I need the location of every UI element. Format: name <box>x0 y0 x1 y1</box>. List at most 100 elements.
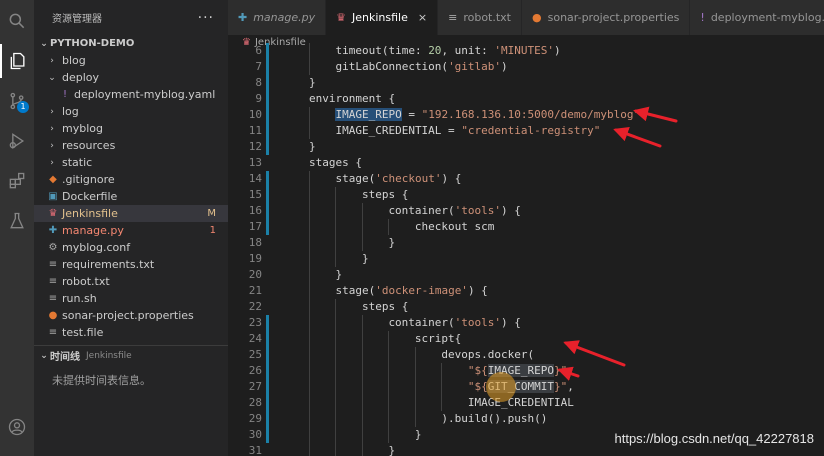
chevron-right-icon: › <box>50 157 54 168</box>
line-number: 27 <box>248 380 262 393</box>
jenkins-file-icon: ♛ <box>48 208 58 219</box>
tab-python[interactable]: ✚ manage.py <box>228 0 327 35</box>
tree-item[interactable]: ◆ .gitignore <box>34 171 228 188</box>
text-file-icon: ≡ <box>48 276 58 287</box>
git-status-badge: 1 <box>209 225 216 236</box>
code-line[interactable]: 6 timeout(time: 20, unit: 'MINUTES') <box>228 43 824 59</box>
tab-label: sonar-project.properties <box>547 11 680 24</box>
string-token: 'gitlab' <box>448 60 502 73</box>
tree-item[interactable]: ● sonar-project.properties <box>34 307 228 324</box>
code-line[interactable]: 8} <box>228 75 824 91</box>
more-actions-icon[interactable]: ··· <box>198 10 214 26</box>
extensions-icon[interactable] <box>0 164 34 198</box>
code-line[interactable]: 13 stages { <box>228 155 824 171</box>
line-number: 19 <box>248 252 262 265</box>
line-number: 22 <box>248 300 262 313</box>
line-number: 24 <box>248 332 262 345</box>
code-line[interactable]: 7 gitLabConnection('gitlab') <box>228 59 824 75</box>
flask-icon[interactable] <box>0 204 34 238</box>
code-line[interactable]: 20} <box>228 267 824 283</box>
code-line[interactable]: 17 checkout scm <box>228 219 824 235</box>
tree-item[interactable]: ≡ test.file <box>34 324 228 341</box>
indent-guide <box>335 315 337 331</box>
code-editor[interactable]: 6 timeout(time: 20, unit: 'MINUTES') 7 gitL… <box>228 43 824 456</box>
line-number: 13 <box>248 156 262 169</box>
code-line[interactable]: 15 steps { <box>228 187 824 203</box>
tab-label: Jenkinsfile <box>352 11 408 24</box>
code-text: container('tools') { <box>388 315 520 331</box>
close-icon[interactable]: × <box>418 11 427 24</box>
code-token: environment { <box>309 92 396 105</box>
code-line[interactable]: 12} <box>228 139 824 155</box>
chevron-down-icon: ⌄ <box>40 350 48 361</box>
timeline-header[interactable]: ⌄ 时间线 Jenkinsfile <box>34 345 228 365</box>
indent-guide <box>441 395 443 411</box>
indent-guide <box>388 331 390 347</box>
tree-item[interactable]: ⌄ deploy <box>34 69 228 86</box>
code-line[interactable]: 26 "${IMAGE_REPO}", <box>228 363 824 379</box>
run-debug-icon[interactable] <box>0 124 34 158</box>
code-text: "${GIT_COMMIT}", <box>468 379 574 395</box>
git-change-marker <box>266 59 269 75</box>
line-number: 11 <box>248 124 262 137</box>
code-line[interactable]: 10 IMAGE_REPO = "192.168.136.10:5000/demo… <box>228 107 824 123</box>
tab-sonar[interactable]: ● sonar-project.properties <box>522 0 691 35</box>
string-token: 'docker-image' <box>375 284 468 297</box>
code-line[interactable]: 28 IMAGE_CREDENTIAL <box>228 395 824 411</box>
indent-guide <box>309 251 310 267</box>
code-line[interactable]: 21 stage('docker-image') { <box>228 283 824 299</box>
code-line[interactable]: 24 script{ <box>228 331 824 347</box>
code-line[interactable]: 25 devops.docker( <box>228 347 824 363</box>
code-line[interactable]: 19} <box>228 251 824 267</box>
code-token: stage( <box>335 284 376 297</box>
indent-guide <box>309 235 310 251</box>
tree-item[interactable]: › log <box>34 103 228 120</box>
tree-item[interactable]: ♛ Jenkinsfile M <box>34 205 228 222</box>
code-line[interactable]: 14 stage('checkout') { <box>228 171 824 187</box>
source-control-icon[interactable]: 1 <box>0 84 34 118</box>
indent-guide <box>414 395 416 411</box>
tree-item[interactable]: ≡ run.sh <box>34 290 228 307</box>
tree-item[interactable]: ≡ requirements.txt <box>34 256 228 273</box>
tree-item[interactable]: ! deployment-myblog.yaml <box>34 86 228 103</box>
search-icon[interactable] <box>0 4 34 38</box>
git-change-marker <box>266 411 269 427</box>
code-line[interactable]: 18} <box>228 235 824 251</box>
yaml-file-icon: ! <box>62 89 67 100</box>
tree-item[interactable]: ≡ robot.txt <box>34 273 228 290</box>
project-root[interactable]: ⌄ PYTHON-DEMO <box>34 35 228 52</box>
tree-item[interactable]: › blog <box>34 52 228 69</box>
code-line[interactable]: 27 "${GIT_COMMIT}", <box>228 379 824 395</box>
code-text: timeout(time: 20, unit: 'MINUTES') <box>335 43 560 59</box>
timeline-file: Jenkinsfile <box>86 350 132 361</box>
code-token: , unit: <box>441 44 495 57</box>
code-line[interactable]: 9 environment { <box>228 91 824 107</box>
line-number: 20 <box>248 268 262 281</box>
tree-item-label: myblog.conf <box>62 241 131 254</box>
code-line[interactable]: 16 container('tools') { <box>228 203 824 219</box>
tree-item[interactable]: › resources <box>34 137 228 154</box>
tab-text[interactable]: ≡ robot.txt <box>438 0 522 35</box>
indent-guide <box>441 379 443 395</box>
code-token: container( <box>388 316 455 329</box>
code-text: stages { <box>309 155 362 171</box>
account-icon[interactable] <box>0 410 34 444</box>
code-token: ) <box>501 60 508 73</box>
tree-item[interactable]: ⚙ myblog.conf <box>34 239 228 256</box>
tree-item[interactable]: ✚ manage.py 1 <box>34 222 228 239</box>
code-line[interactable]: 23 container('tools') { <box>228 315 824 331</box>
code-line[interactable]: 29).build().push() <box>228 411 824 427</box>
indent-guide <box>414 411 416 427</box>
tree-item-label: resources <box>62 139 116 152</box>
tab-yaml[interactable]: ! deployment-myblog.yaml <box>690 0 824 35</box>
code-line[interactable]: 11 IMAGE_CREDENTIAL = "credential-registr… <box>228 123 824 139</box>
tree-item[interactable]: › myblog <box>34 120 228 137</box>
tree-item[interactable]: ▣ Dockerfile <box>34 188 228 205</box>
tree-item[interactable]: › static <box>34 154 228 171</box>
code-line[interactable]: 22 steps { <box>228 299 824 315</box>
line-number: 18 <box>248 236 262 249</box>
files-icon[interactable] <box>0 44 34 78</box>
indent-guide <box>361 443 363 456</box>
tab-jenkins[interactable]: ♛ Jenkinsfile × <box>326 0 439 35</box>
code-token: IMAGE_CREDENTIAL <box>467 396 574 409</box>
